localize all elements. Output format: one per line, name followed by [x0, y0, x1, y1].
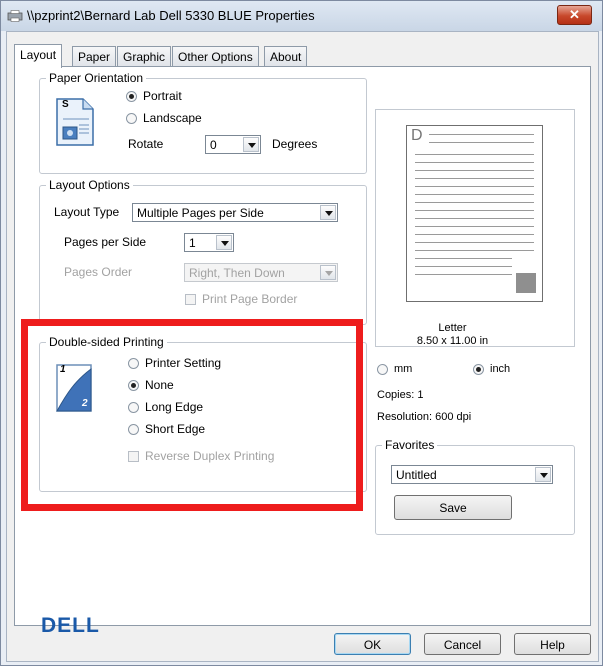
copies-info: Copies: 1 [377, 389, 424, 401]
paper-orientation-title: Paper Orientation [46, 71, 147, 85]
print-page-border-label: Print Page Border [202, 292, 298, 306]
print-page-border-box [185, 293, 196, 305]
chevron-down-icon [320, 265, 336, 280]
layout-type-select[interactable]: Multiple Pages per Side [132, 203, 338, 222]
preview-text-line [415, 154, 534, 155]
pages-order-value: Right, Then Down [189, 266, 285, 280]
preview-text-line [415, 178, 534, 179]
pages-per-side-select[interactable]: 1 [184, 233, 234, 252]
favorites-value: Untitled [396, 468, 437, 482]
preview-text-line [415, 242, 534, 243]
layout-type-label: Layout Type [54, 205, 120, 219]
dell-logo: DELL [41, 614, 100, 637]
preview-text-line [415, 170, 534, 171]
pages-per-side-value: 1 [189, 236, 196, 250]
page-preview-letter: D [411, 127, 423, 144]
pages-order-select: Right, Then Down [184, 263, 338, 282]
preview-text-line [415, 274, 512, 275]
unit-mm-radio[interactable]: mm [377, 363, 412, 375]
print-page-border-checkbox: Print Page Border [185, 292, 297, 306]
preview-text-line [415, 258, 512, 259]
preview-text-line [429, 134, 534, 135]
rotate-select[interactable]: 0 [205, 135, 261, 154]
ok-button[interactable]: OK [334, 633, 411, 655]
cancel-button[interactable]: Cancel [424, 633, 501, 655]
preview-text-line [415, 218, 534, 219]
tab-other-options[interactable]: Other Options [172, 46, 259, 67]
preview-image-block [516, 273, 536, 293]
landscape-label: Landscape [143, 111, 202, 125]
portrait-icon-letter: S [62, 99, 69, 110]
preview-text-line [415, 202, 534, 203]
rotate-value: 0 [210, 138, 217, 152]
preview-text-line [415, 194, 534, 195]
printer-icon [7, 10, 23, 22]
favorites-group: Favorites Untitled Save [375, 438, 575, 535]
unit-inch-radio[interactable]: inch [473, 363, 510, 375]
rotate-label: Rotate [128, 137, 164, 151]
layout-options-title: Layout Options [46, 178, 133, 192]
landscape-radio-dot[interactable] [126, 112, 137, 124]
degrees-label: Degrees [272, 137, 318, 151]
favorites-title: Favorites [382, 438, 438, 452]
highlight-rectangle [21, 319, 363, 511]
preview-text-line [415, 162, 534, 163]
save-favorite-button[interactable]: Save [394, 495, 512, 520]
unit-mm-label: mm [394, 363, 413, 375]
page-preview: D [406, 125, 543, 302]
help-button[interactable]: Help [514, 633, 591, 655]
landscape-radio[interactable]: Landscape [126, 111, 202, 125]
pages-order-label: Pages Order [64, 265, 133, 279]
chevron-down-icon[interactable] [243, 137, 259, 152]
pages-per-side-label: Pages per Side [64, 235, 147, 249]
preview-text-line [415, 234, 534, 235]
chevron-down-icon[interactable] [320, 205, 336, 220]
mm-radio-dot[interactable] [377, 363, 388, 375]
layout-options-group: Layout Options Layout Type Multiple Page… [39, 178, 367, 325]
layout-type-value: Multiple Pages per Side [137, 206, 264, 220]
resolution-info: Resolution: 600 dpi [377, 411, 472, 423]
preview-text-line [415, 186, 534, 187]
window-title: \\pzprint2\Bernard Lab Dell 5330 BLUE Pr… [27, 8, 315, 23]
title-bar: \\pzprint2\Bernard Lab Dell 5330 BLUE Pr… [1, 1, 602, 31]
properties-window: \\pzprint2\Bernard Lab Dell 5330 BLUE Pr… [0, 0, 603, 666]
preview-text-line [415, 210, 534, 211]
preview-text-line [415, 266, 512, 267]
paper-orientation-group: Paper Orientation S Portrait Landscape R… [39, 71, 367, 174]
tab-graphic[interactable]: Graphic [117, 46, 172, 67]
portrait-label: Portrait [143, 89, 182, 103]
chevron-down-icon[interactable] [535, 467, 551, 482]
portrait-radio[interactable]: Portrait [126, 89, 182, 103]
close-button[interactable]: ✕ [557, 5, 592, 25]
tab-layout[interactable]: Layout [14, 44, 63, 68]
tab-about[interactable]: About [264, 46, 308, 67]
tab-paper[interactable]: Paper [72, 46, 117, 67]
preview-text-line [415, 250, 534, 251]
favorites-select[interactable]: Untitled [391, 465, 553, 484]
portrait-radio-dot[interactable] [126, 90, 137, 102]
inch-radio-dot[interactable] [473, 363, 484, 375]
preview-text-line [429, 142, 534, 143]
chevron-down-icon[interactable] [216, 235, 232, 250]
unit-inch-label: inch [490, 363, 511, 375]
portrait-page-icon [56, 98, 94, 146]
preview-text-line [415, 226, 534, 227]
